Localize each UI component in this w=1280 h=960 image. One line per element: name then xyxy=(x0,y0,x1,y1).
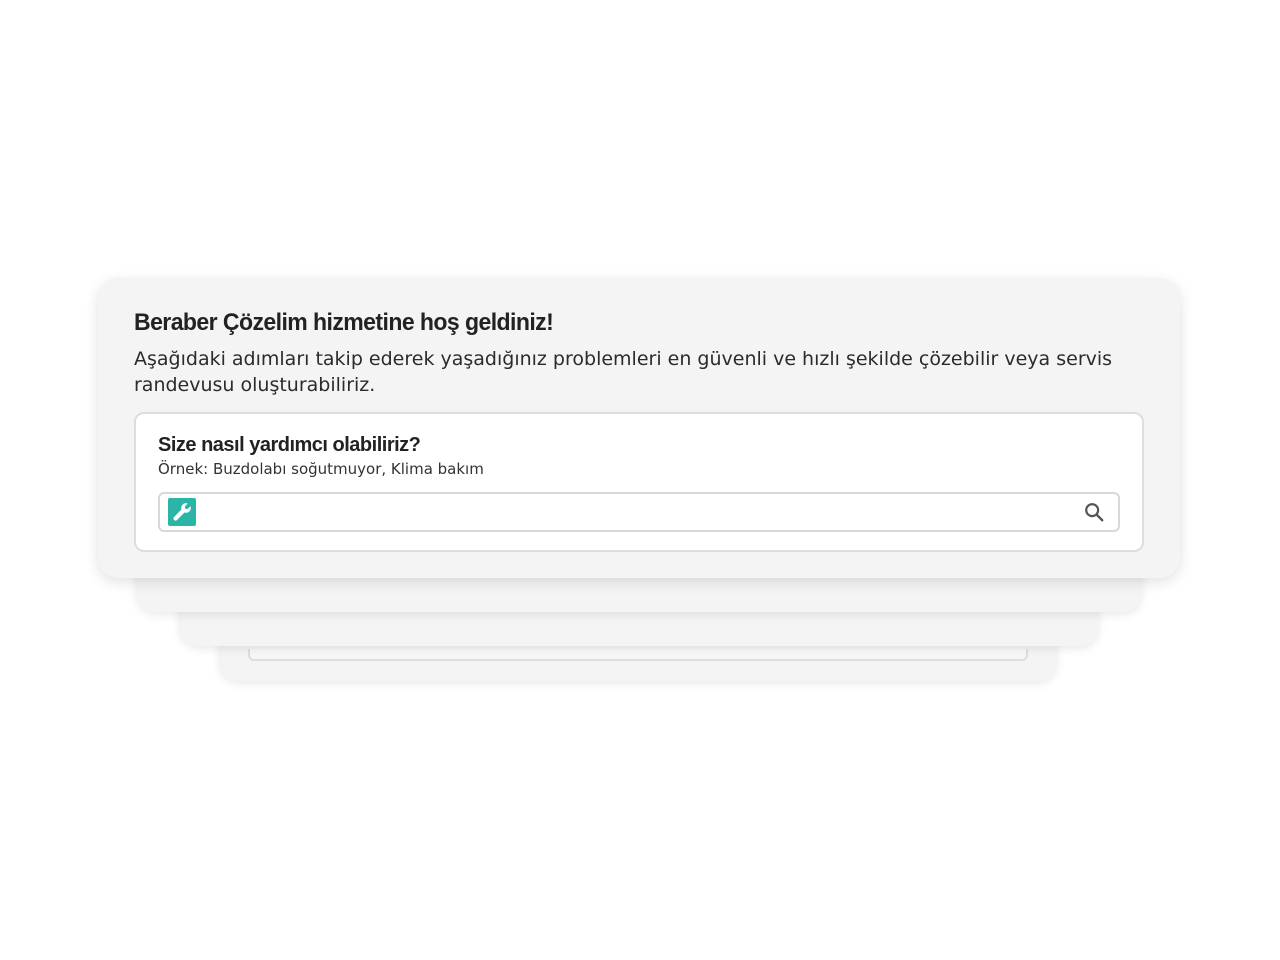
search-input[interactable] xyxy=(196,494,1074,530)
welcome-description: Aşağıdaki adımları takip ederek yaşadığı… xyxy=(134,348,1113,396)
search-input-row xyxy=(158,492,1120,532)
search-icon[interactable] xyxy=(1074,494,1114,530)
welcome-title: Beraber Çözelim hizmetine hoş geldiniz! xyxy=(134,309,554,336)
welcome-card: Beraber Çözelim hizmetine hoş geldiniz! … xyxy=(98,278,1180,578)
stacked-step-card-3-inner xyxy=(248,649,1028,661)
help-search-box: Size nasıl yardımcı olabiliriz? Örnek: B… xyxy=(134,412,1144,552)
page: Beraber Çözelim hizmetine hoş geldiniz! … xyxy=(0,0,1280,960)
wrench-icon xyxy=(168,498,196,526)
search-example-hint: Örnek: Buzdolabı soğutmuyor, Klima bakım xyxy=(158,460,484,478)
search-heading: Size nasıl yardımcı olabiliriz? xyxy=(158,434,421,456)
